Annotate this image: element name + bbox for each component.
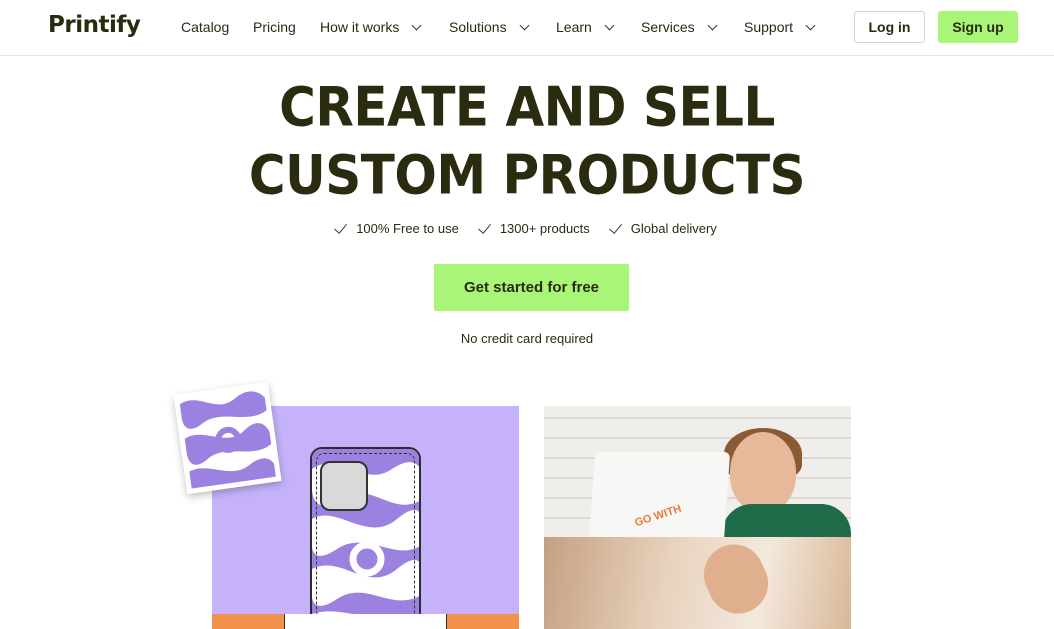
person-face bbox=[730, 432, 796, 512]
orange-block bbox=[212, 614, 284, 629]
nav-solutions[interactable]: Solutions bbox=[449, 18, 530, 36]
no-credit-card-note: No credit card required bbox=[460, 331, 594, 346]
feature-label: Global delivery bbox=[630, 221, 717, 236]
chevron-down-icon bbox=[411, 20, 422, 30]
login-button[interactable]: Log in bbox=[854, 11, 925, 43]
nav-catalog-label: Catalog bbox=[181, 19, 230, 35]
phone-case bbox=[310, 447, 421, 625]
check-icon bbox=[477, 219, 491, 234]
chevron-down-icon bbox=[519, 20, 530, 30]
chevron-down-icon bbox=[604, 20, 615, 30]
site-header: Printify Catalog Pricing How it works So… bbox=[0, 0, 1054, 56]
check-icon bbox=[334, 219, 348, 234]
feature-item: 1300+ products bbox=[477, 219, 590, 236]
printify-logo[interactable]: Printify bbox=[48, 12, 141, 38]
feature-label: 100% Free to use bbox=[356, 221, 459, 236]
feature-list: 100% Free to use 1300+ products Global d… bbox=[0, 219, 1054, 236]
hero-title-line1: CREATE AND SELL bbox=[279, 75, 775, 139]
nav-catalog[interactable]: Catalog bbox=[181, 18, 229, 36]
nav-how-it-works-label: How it works bbox=[320, 19, 400, 35]
nav-services[interactable]: Services bbox=[641, 18, 718, 36]
nav-services-label: Services bbox=[641, 19, 695, 35]
signup-button[interactable]: Sign up bbox=[938, 11, 1018, 43]
nav-learn-label: Learn bbox=[556, 19, 592, 35]
swirl-sticker bbox=[173, 381, 282, 495]
bottom-photo bbox=[544, 537, 851, 629]
lifestyle-photo: GO WITH bbox=[544, 406, 851, 629]
nav-solutions-label: Solutions bbox=[449, 19, 507, 35]
nav-support-label: Support bbox=[744, 19, 794, 35]
nav-support[interactable]: Support bbox=[744, 18, 816, 36]
nav-learn[interactable]: Learn bbox=[556, 18, 615, 36]
nav-pricing-label: Pricing bbox=[253, 19, 296, 35]
orange-block bbox=[447, 614, 519, 629]
feature-item: 100% Free to use bbox=[334, 219, 459, 236]
get-started-button[interactable]: Get started for free bbox=[434, 264, 629, 311]
nav-pricing[interactable]: Pricing bbox=[253, 18, 296, 36]
camera-cutout bbox=[320, 461, 368, 511]
chevron-down-icon bbox=[707, 20, 718, 30]
base-strip bbox=[284, 614, 447, 629]
hero-title-line2: CUSTOM PRODUCTS bbox=[248, 143, 806, 207]
swirl-pattern bbox=[173, 381, 282, 495]
feature-label: 1300+ products bbox=[499, 221, 590, 236]
check-icon bbox=[608, 219, 622, 234]
chevron-down-icon bbox=[805, 20, 816, 30]
white-tshirt bbox=[588, 452, 731, 542]
feature-item: Global delivery bbox=[608, 219, 717, 236]
nav-how-it-works[interactable]: How it works bbox=[320, 18, 422, 36]
